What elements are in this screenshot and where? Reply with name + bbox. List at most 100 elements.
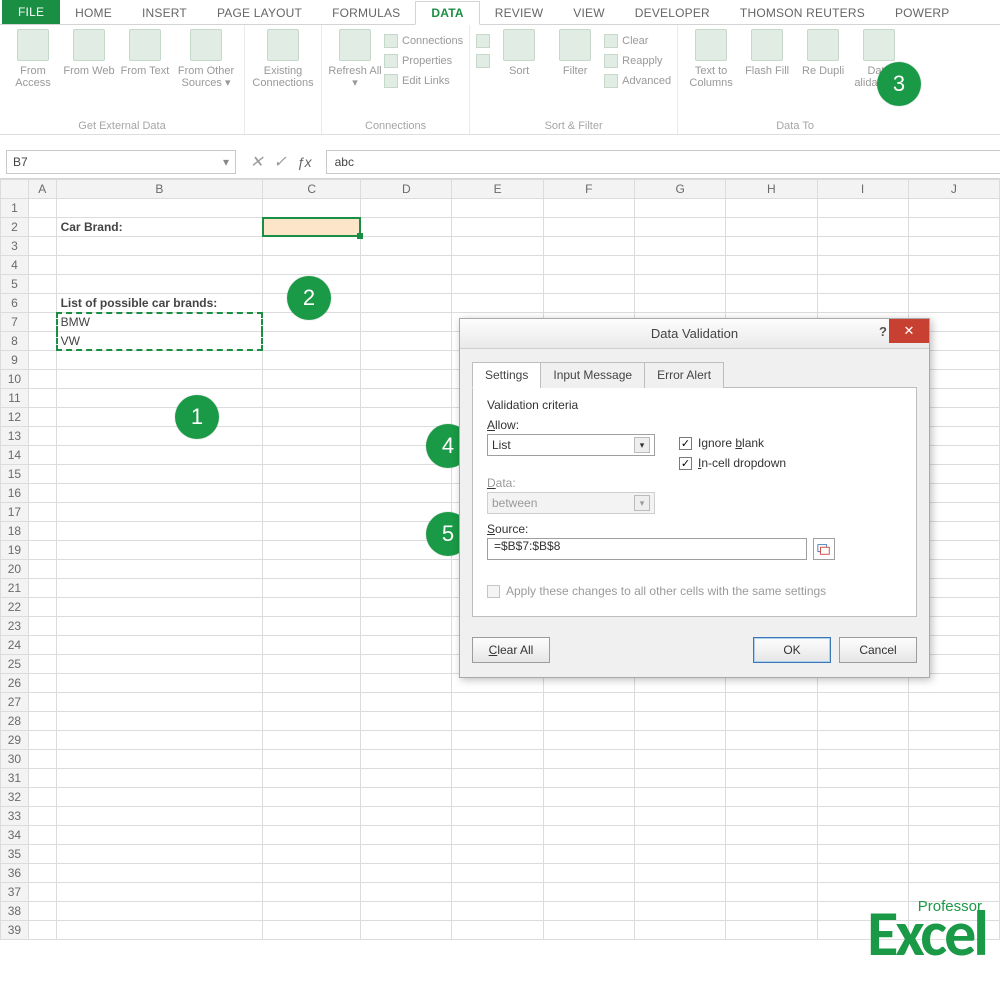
cell-C35[interactable] (263, 845, 361, 864)
cell-A7[interactable] (28, 313, 56, 332)
cell-H35[interactable] (726, 845, 817, 864)
cell-I27[interactable] (817, 693, 908, 712)
tab-home[interactable]: HOME (60, 2, 127, 24)
cell-B37[interactable] (56, 883, 263, 902)
cell-A1[interactable] (28, 199, 56, 218)
row-header-4[interactable]: 4 (1, 256, 29, 275)
tab-page-layout[interactable]: PAGE LAYOUT (202, 2, 317, 24)
cell-B12[interactable] (56, 408, 263, 427)
cell-G39[interactable] (634, 921, 725, 940)
sort-asc-button[interactable] (476, 33, 490, 49)
accept-formula-icon[interactable]: ✓ (273, 152, 286, 172)
row-header-10[interactable]: 10 (1, 370, 29, 389)
cell-C36[interactable] (263, 864, 361, 883)
cell-G6[interactable] (634, 294, 725, 313)
row-header-7[interactable]: 7 (1, 313, 29, 332)
cell-F4[interactable] (543, 256, 634, 275)
cell-E30[interactable] (452, 750, 543, 769)
range-picker-button[interactable] (813, 538, 835, 560)
cell-F31[interactable] (543, 769, 634, 788)
cell-H1[interactable] (726, 199, 817, 218)
cell-I3[interactable] (817, 237, 908, 256)
cell-B1[interactable] (56, 199, 263, 218)
row-header-39[interactable]: 39 (1, 921, 29, 940)
col-header-H[interactable]: H (726, 180, 817, 199)
cell-I33[interactable] (817, 807, 908, 826)
cell-E2[interactable] (452, 218, 543, 237)
cell-D21[interactable] (361, 579, 452, 598)
tab-view[interactable]: VIEW (558, 2, 619, 24)
cell-B17[interactable] (56, 503, 263, 522)
cell-B15[interactable] (56, 465, 263, 484)
from-text-button[interactable]: From Text (118, 29, 172, 77)
row-header-24[interactable]: 24 (1, 636, 29, 655)
cell-D25[interactable] (361, 655, 452, 674)
sort-button[interactable]: Sort (492, 29, 546, 77)
cell-J29[interactable] (908, 731, 999, 750)
cell-G38[interactable] (634, 902, 725, 921)
cell-I35[interactable] (817, 845, 908, 864)
row-header-30[interactable]: 30 (1, 750, 29, 769)
cell-F34[interactable] (543, 826, 634, 845)
cell-G36[interactable] (634, 864, 725, 883)
cell-C17[interactable] (263, 503, 361, 522)
tab-formulas[interactable]: FORMULAS (317, 2, 415, 24)
cell-E32[interactable] (452, 788, 543, 807)
cell-I5[interactable] (817, 275, 908, 294)
cell-F30[interactable] (543, 750, 634, 769)
cell-F33[interactable] (543, 807, 634, 826)
cell-D12[interactable] (361, 408, 452, 427)
cell-A11[interactable] (28, 389, 56, 408)
cell-B20[interactable] (56, 560, 263, 579)
cell-E27[interactable] (452, 693, 543, 712)
cell-A14[interactable] (28, 446, 56, 465)
cell-A17[interactable] (28, 503, 56, 522)
row-header-21[interactable]: 21 (1, 579, 29, 598)
cell-C34[interactable] (263, 826, 361, 845)
cell-B38[interactable] (56, 902, 263, 921)
reapply-filter-button[interactable]: Reapply (604, 53, 671, 69)
cell-D4[interactable] (361, 256, 452, 275)
formula-input[interactable]: abc (326, 150, 1000, 174)
cell-A36[interactable] (28, 864, 56, 883)
row-header-28[interactable]: 28 (1, 712, 29, 731)
cell-H33[interactable] (726, 807, 817, 826)
row-header-22[interactable]: 22 (1, 598, 29, 617)
cell-D35[interactable] (361, 845, 452, 864)
row-header-15[interactable]: 15 (1, 465, 29, 484)
cell-B28[interactable] (56, 712, 263, 731)
row-header-36[interactable]: 36 (1, 864, 29, 883)
cell-J32[interactable] (908, 788, 999, 807)
cell-E37[interactable] (452, 883, 543, 902)
cell-D1[interactable] (361, 199, 452, 218)
cell-H32[interactable] (726, 788, 817, 807)
cell-B7[interactable]: BMW (56, 313, 263, 332)
cell-C20[interactable] (263, 560, 361, 579)
cell-D6[interactable] (361, 294, 452, 313)
cell-C26[interactable] (263, 674, 361, 693)
cell-G35[interactable] (634, 845, 725, 864)
col-header-A[interactable]: A (28, 180, 56, 199)
cell-G1[interactable] (634, 199, 725, 218)
cell-A33[interactable] (28, 807, 56, 826)
cell-B19[interactable] (56, 541, 263, 560)
cell-A35[interactable] (28, 845, 56, 864)
properties-link[interactable]: Properties (384, 53, 463, 69)
cell-I30[interactable] (817, 750, 908, 769)
cancel-formula-icon[interactable]: ✕ (250, 152, 263, 172)
advanced-filter-button[interactable]: Advanced (604, 73, 671, 89)
col-header-G[interactable]: G (634, 180, 725, 199)
cell-D23[interactable] (361, 617, 452, 636)
cell-D37[interactable] (361, 883, 452, 902)
cell-A4[interactable] (28, 256, 56, 275)
row-header-23[interactable]: 23 (1, 617, 29, 636)
cell-C19[interactable] (263, 541, 361, 560)
cell-E3[interactable] (452, 237, 543, 256)
cell-F2[interactable] (543, 218, 634, 237)
cell-H37[interactable] (726, 883, 817, 902)
cell-C27[interactable] (263, 693, 361, 712)
cell-D7[interactable] (361, 313, 452, 332)
tab-data[interactable]: DATA (415, 1, 479, 25)
cell-I28[interactable] (817, 712, 908, 731)
cell-G34[interactable] (634, 826, 725, 845)
